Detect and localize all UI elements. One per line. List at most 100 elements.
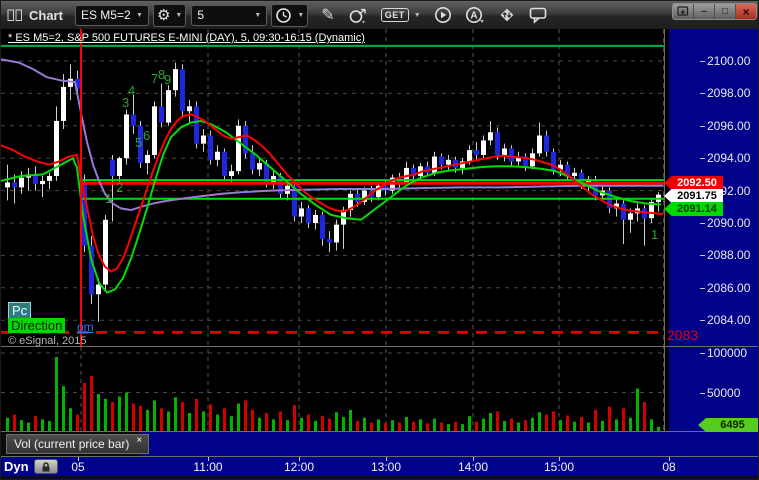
candle-down [194,106,199,144]
volume-bar [202,411,205,432]
volume-bar [195,398,198,432]
volume-bar [405,416,408,432]
count-annotation: 2 [116,180,123,195]
volume-bar [90,375,93,432]
time-axis-label: 08 [662,460,676,474]
candle-up [61,86,66,121]
candle-up [47,176,52,181]
volume-bar [531,417,534,432]
tab-volume-label: Vol (current price bar) [14,437,130,451]
candle-down [621,203,626,220]
volume-bar [293,405,296,432]
window-bottom-edge [1,476,758,479]
volume-bar [510,418,513,432]
volume-bar [153,400,156,432]
candle-down [222,151,227,177]
volume-bar [132,403,135,432]
candle-down [439,156,444,165]
candle-down [495,132,500,155]
om-link[interactable]: om [77,320,94,334]
volume-bar [552,411,555,432]
close-icon[interactable]: × [136,436,142,446]
volume-bar [62,386,65,432]
time-lock-button[interactable] [34,459,58,474]
volume-bar [34,416,37,432]
candle-down [250,153,255,170]
time-axis-label: 13:00 [370,460,402,474]
volume-bar [300,417,303,432]
time-tick-mark [78,457,79,461]
time-tick-mark [386,457,387,461]
volume-bar [643,401,646,432]
volume-bar [342,416,345,432]
time-tick-mark [473,457,474,461]
volume-bar [594,409,597,432]
time-tick-mark [669,457,670,461]
volume-bar [146,409,149,432]
volume-bar [622,408,625,432]
volume-bar [335,412,338,432]
time-axis-label: 05 [71,460,85,474]
candle-up [166,90,171,123]
time-axis-label: 11:00 [193,460,223,474]
volume-bar [188,413,191,432]
time-axis-label: 14:00 [457,460,489,474]
indicator-label-direction[interactable]: Direction [8,318,66,333]
chart-plot[interactable]: 12345 67 891 [1,1,759,480]
candle-down [320,214,325,240]
price-badge: 2092.50 [664,176,723,190]
candle-up [117,158,122,177]
candle-up [229,171,234,177]
time-tick-mark [559,457,560,461]
candle-down [306,208,311,223]
candle-up [152,106,157,155]
candle-up [432,156,437,173]
lock-icon [42,461,50,471]
volume-bar [251,409,254,432]
candle-up [299,208,304,217]
volume-bar [258,417,261,432]
volume-bar [139,405,142,432]
pane-divider[interactable] [1,346,758,347]
volume-bar [160,408,163,432]
candle-down [593,179,598,196]
time-axis-label: 15:00 [543,460,575,474]
candle-down [159,106,164,123]
volume-bar [482,418,485,432]
time-axis-label: 12:00 [283,460,315,474]
candle-down [131,114,136,126]
indicator-tab-row: Vol (current price bar) × [1,432,758,456]
tab-volume[interactable]: Vol (current price bar) × [6,434,150,454]
volume-badge: 6495 [698,418,758,432]
volume-bar [104,398,107,432]
volume-bar [209,404,212,432]
volume-bar [6,417,9,432]
candle-up [124,114,129,159]
volume-bar [265,413,268,432]
candle-up [40,180,45,185]
volume-bar [279,411,282,432]
time-axis[interactable]: Dyn 05 11:00 12:00 13:00 14:00 15:00 08 [1,456,758,476]
volume-bar [83,383,86,432]
dyn-mode-label: Dyn [4,459,29,474]
price-badge: 2091.14 [664,202,723,216]
candle-up [572,172,577,177]
count-annotation: 1 [105,191,112,206]
volume-bar [636,388,639,432]
candle-up [257,163,262,170]
volume-bar [468,416,471,432]
indicator-label-pc[interactable]: Pc [8,302,32,319]
price-badge: 2091.75 [664,189,723,203]
candle-down [327,239,332,243]
candle-down [544,135,549,152]
volume-bar [97,394,100,432]
candle-up [173,69,178,91]
volume-bar [321,416,324,432]
mid-ma-green [1,119,662,294]
candle-up [19,177,24,188]
count-annotation: 9 [164,72,171,87]
candle-up [334,224,339,243]
volume-bar [76,414,79,432]
volume-bar [566,415,569,432]
candle-up [68,78,73,87]
